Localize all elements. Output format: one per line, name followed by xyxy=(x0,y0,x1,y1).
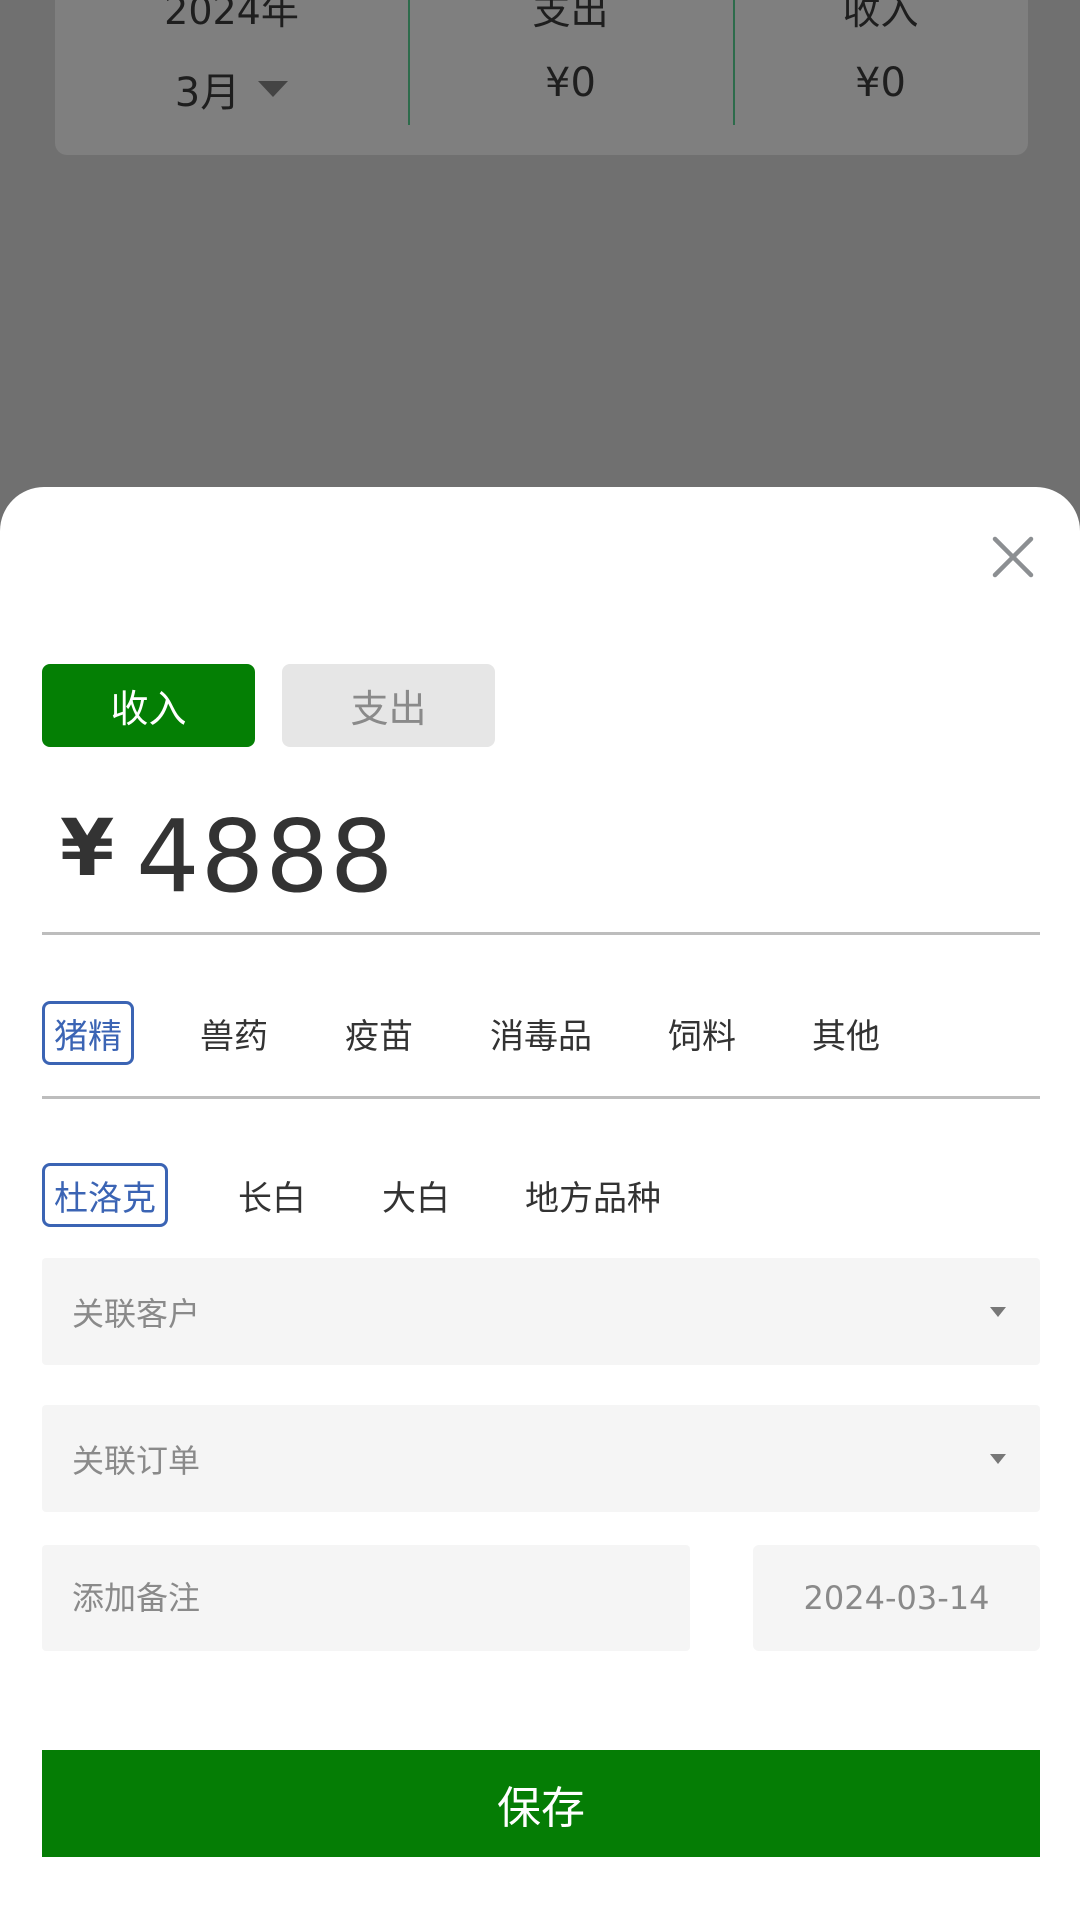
category-divider xyxy=(42,1096,1040,1099)
income-total: ¥0 xyxy=(855,60,906,106)
currency-symbol: ¥ xyxy=(60,804,115,894)
customer-select[interactable]: 关联客户 xyxy=(42,1258,1040,1365)
category-chip-disinfectants[interactable]: 消毒品 xyxy=(490,1001,592,1065)
order-select[interactable]: 关联订单 xyxy=(42,1405,1040,1512)
category-chip-other[interactable]: 其他 xyxy=(812,1001,880,1065)
breed-chip-landrace[interactable]: 长白 xyxy=(238,1163,306,1227)
order-select-placeholder: 关联订单 xyxy=(72,1441,201,1480)
month-column: 2024年 3月 xyxy=(55,0,408,125)
year-label: 2024年 xyxy=(164,0,299,33)
expense-label: 支出 xyxy=(532,0,609,33)
tab-income[interactable]: 收入 xyxy=(42,664,255,747)
caret-down-icon xyxy=(990,1453,1006,1464)
month-picker[interactable]: 3月 xyxy=(174,60,289,118)
category-chip-vaccines[interactable]: 疫苗 xyxy=(345,1001,413,1065)
date-picker[interactable]: 2024-03-14 xyxy=(753,1545,1040,1651)
note-input[interactable] xyxy=(72,1579,690,1617)
caret-down-icon xyxy=(990,1306,1006,1317)
expense-total: ¥0 xyxy=(545,60,596,106)
income-label: 收入 xyxy=(842,0,919,33)
amount-input[interactable]: ¥ 4888 xyxy=(42,790,1040,935)
expense-column: 支出 ¥0 xyxy=(408,0,733,125)
amount-value: 4888 xyxy=(136,798,395,915)
caret-down-icon xyxy=(258,81,289,97)
close-icon xyxy=(992,536,1034,578)
customer-select-placeholder: 关联客户 xyxy=(72,1294,201,1333)
month-summary-card: 2024年 3月 支出 ¥0 收入 ¥0 xyxy=(55,0,1028,155)
month-label: 3月 xyxy=(174,70,241,116)
category-chip-veterinary-drugs[interactable]: 兽药 xyxy=(200,1001,268,1065)
close-button[interactable] xyxy=(984,528,1042,586)
note-field xyxy=(42,1545,690,1651)
category-chip-feed[interactable]: 饲料 xyxy=(668,1001,736,1065)
save-button[interactable]: 保存 xyxy=(42,1750,1040,1857)
income-column: 收入 ¥0 xyxy=(733,0,1028,125)
category-chip-pig-semen[interactable]: 猪精 xyxy=(42,1001,134,1065)
breed-chip-large-white[interactable]: 大白 xyxy=(382,1163,450,1227)
breed-chip-duroc[interactable]: 杜洛克 xyxy=(42,1163,168,1227)
breed-chip-local-breed[interactable]: 地方品种 xyxy=(525,1163,661,1227)
tab-expense[interactable]: 支出 xyxy=(282,664,495,747)
